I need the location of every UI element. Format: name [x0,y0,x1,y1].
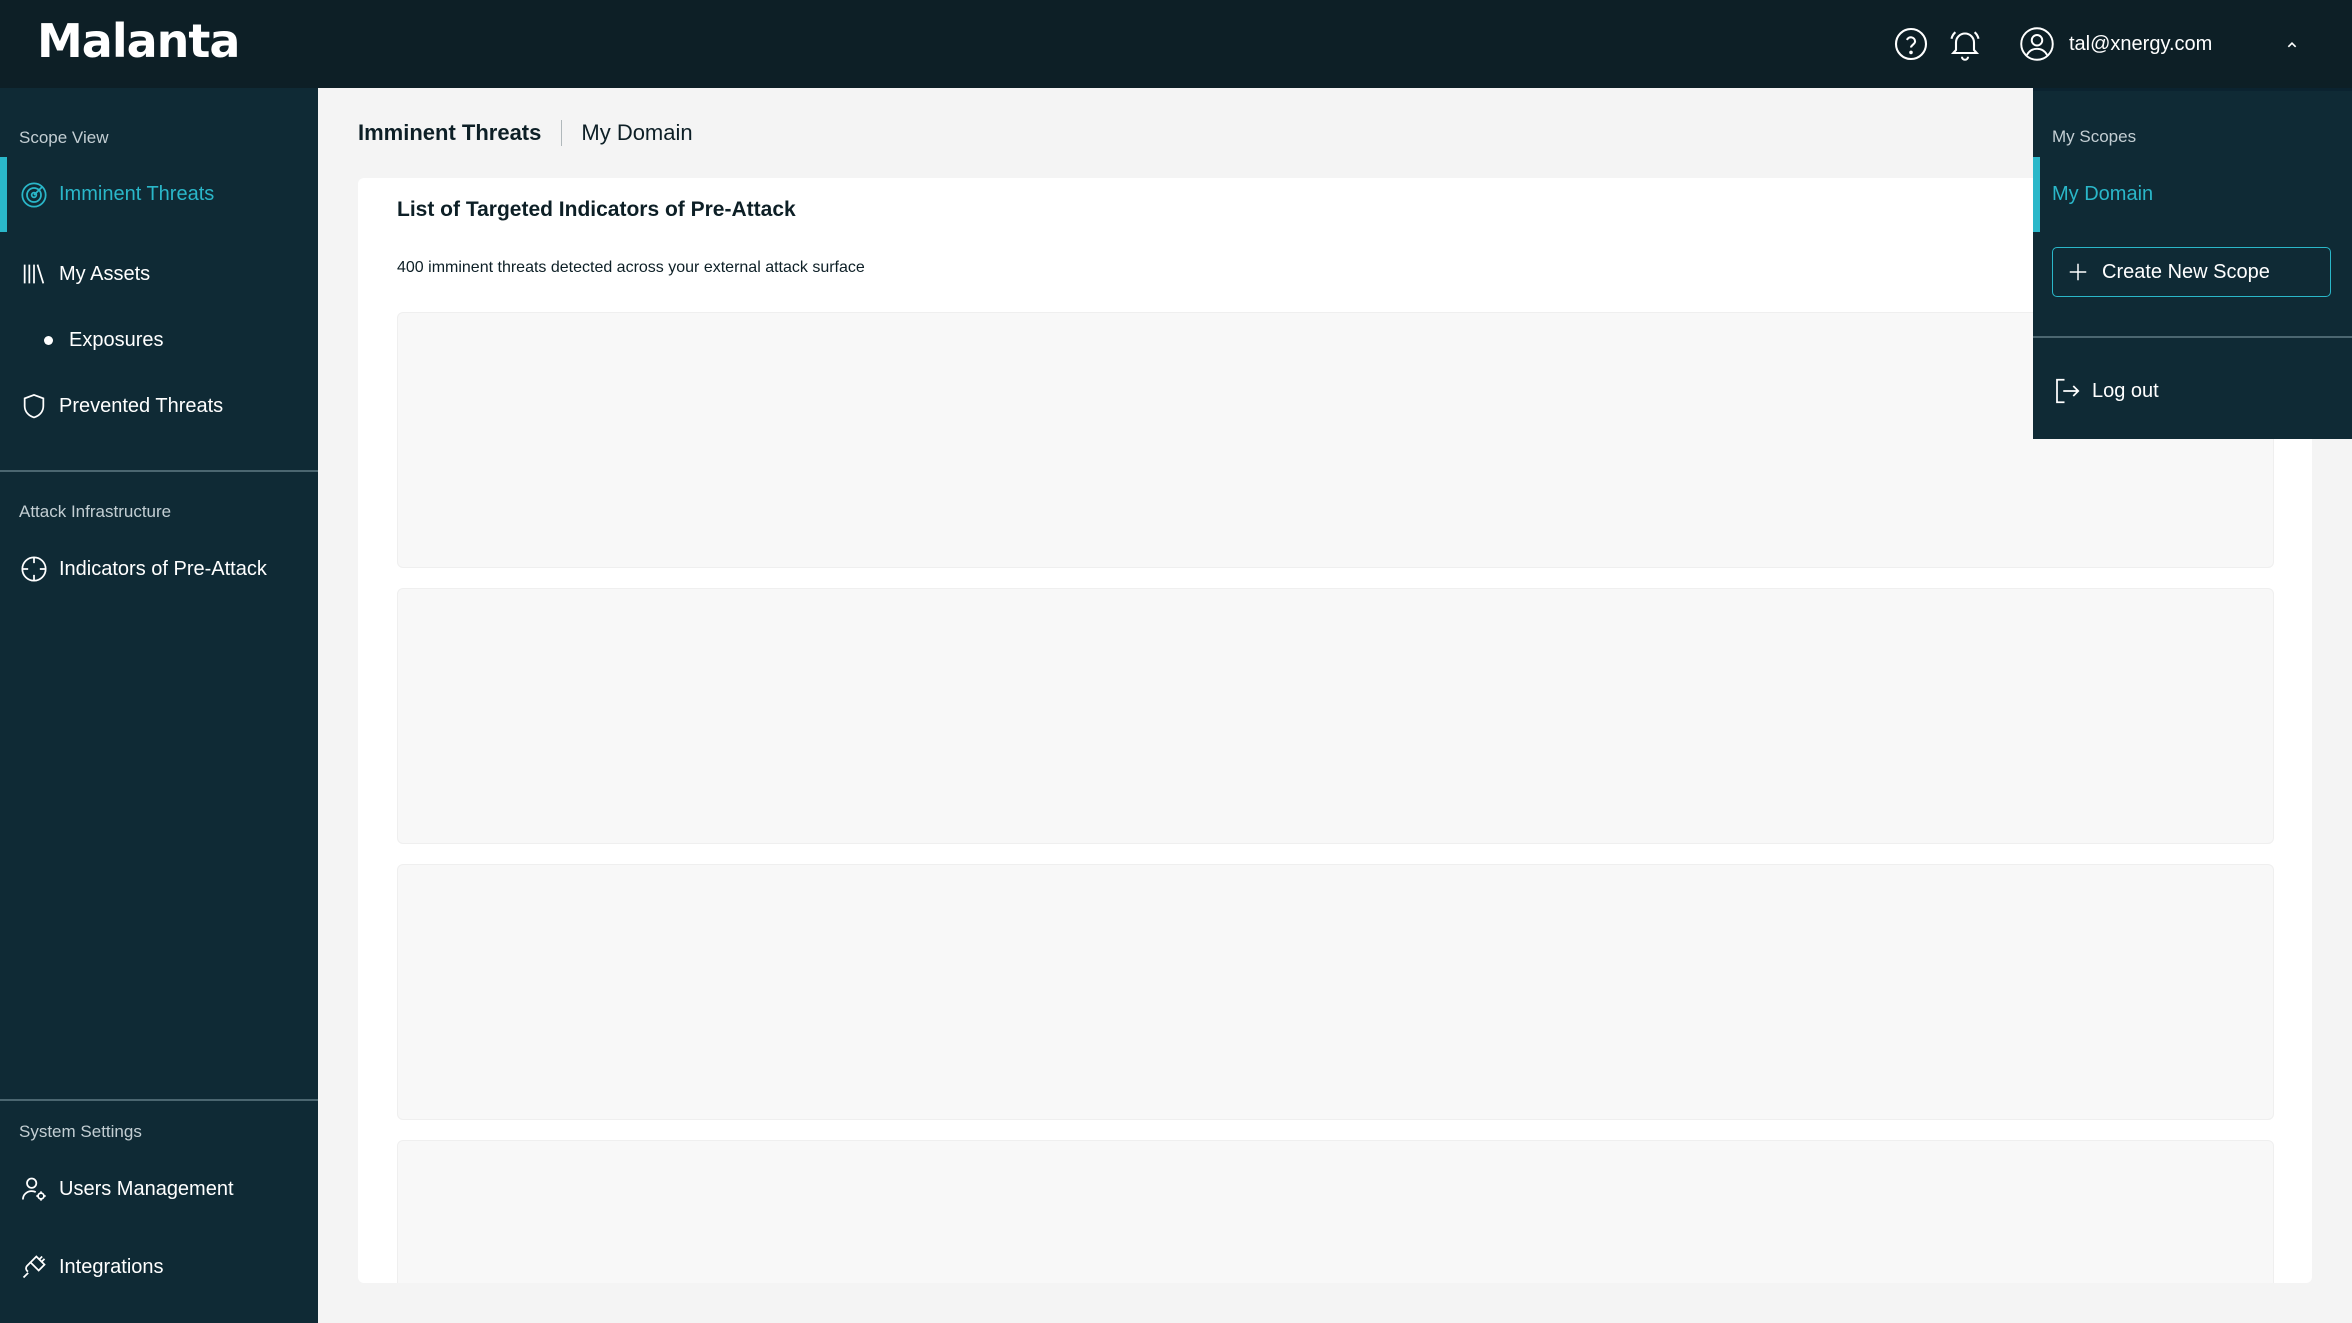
crosshair-icon [21,556,47,582]
app-logo[interactable]: Malanta [37,14,240,68]
help-icon[interactable] [1893,26,1929,62]
section-label-system-settings: System Settings [19,1122,142,1141]
sidebar-item-my-assets[interactable]: My Assets [0,243,318,305]
sidebar: Scope View Imminent Threats My Assets Ex… [0,88,318,1323]
sidebar-item-label: Exposures [69,328,164,351]
sidebar-item-prevented-threats[interactable]: Prevented Threats [0,375,318,437]
section-label-scope-view: Scope View [19,128,109,147]
sidebar-item-users-management[interactable]: Users Management [0,1158,318,1220]
sidebar-divider [0,1099,318,1101]
card-title: List of Targeted Indicators of Pre-Attac… [397,198,796,221]
sidebar-item-exposures[interactable]: Exposures [0,315,318,365]
scope-item-my-domain[interactable]: My Domain [2033,157,2352,232]
dropdown-divider [2033,336,2352,338]
sidebar-divider [0,470,318,472]
user-email: tal@xnergy.com [2069,32,2213,55]
section-label-attack-infrastructure: Attack Infrastructure [19,502,172,521]
card-subtitle: 400 imminent threats detected across you… [397,259,865,276]
threats-list-card: List of Targeted Indicators of Pre-Attac… [358,178,2312,1283]
sidebar-item-integrations[interactable]: Integrations [0,1236,318,1298]
breadcrumb: Imminent Threats My Domain [358,118,693,148]
logout-button[interactable]: Log out [2052,371,2159,411]
top-bar: Malanta tal@xnergy.com [0,0,2352,88]
bell-icon[interactable] [1947,26,1983,62]
create-new-scope-button[interactable]: Create New Scope [2052,247,2331,297]
chevron-up-icon[interactable] [2281,34,2303,56]
loading-placeholder [397,1140,2274,1283]
bullet-icon [44,335,53,345]
user-dropdown-menu: My Scopes My Domain Create New Scope Log… [2033,88,2352,439]
dropdown-label: My Scopes [2052,127,2137,146]
user-circle-icon [2020,27,2054,61]
user-menu-trigger[interactable]: tal@xnergy.com [2019,24,2212,64]
loading-placeholder [397,312,2274,568]
create-new-scope-label: Create New Scope [2102,260,2270,283]
sidebar-item-label: Users Management [59,1177,234,1200]
loading-placeholder [397,864,2274,1120]
shield-icon [23,393,45,419]
sidebar-item-label: Prevented Threats [59,394,224,417]
breadcrumb-page[interactable]: Imminent Threats [358,120,541,146]
scope-item-label: My Domain [2052,183,2154,205]
sidebar-item-label: My Assets [59,262,151,285]
logout-label: Log out [2092,379,2159,402]
loading-placeholder [397,588,2274,844]
sidebar-item-label: Integrations [59,1255,164,1278]
logout-icon [2056,378,2080,404]
plug-icon [22,1255,46,1279]
radar-icon [21,181,47,208]
plus-icon [2069,263,2087,281]
sidebar-item-imminent-threats[interactable]: Imminent Threats [0,157,318,232]
sidebar-item-indicators[interactable]: Indicators of Pre-Attack [0,538,318,600]
sidebar-item-label: Imminent Threats [59,183,215,205]
breadcrumb-scope[interactable]: My Domain [581,120,692,146]
library-icon [23,264,45,284]
breadcrumb-separator [561,120,563,146]
sidebar-item-label: Indicators of Pre-Attack [59,557,267,580]
user-gear-icon [22,1177,46,1201]
